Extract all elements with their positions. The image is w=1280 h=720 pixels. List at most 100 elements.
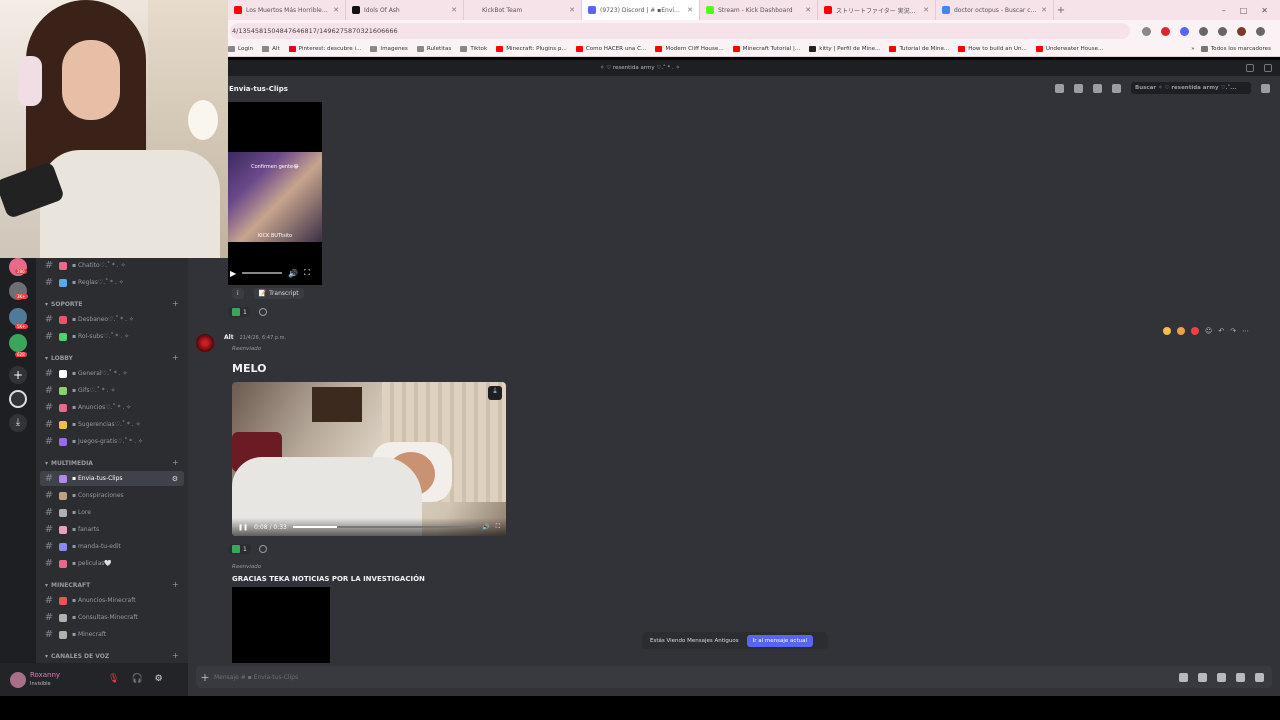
channel-item[interactable]: # ▪ Envia-tus-Clips ⚙ xyxy=(40,471,184,486)
channel-item[interactable]: # ▪ Conspiraciones xyxy=(40,488,184,503)
minimize-button[interactable]: – xyxy=(1222,6,1226,15)
video-progress-bar[interactable] xyxy=(292,526,477,528)
bookmark-star-icon[interactable] xyxy=(1142,26,1151,36)
extension-icon[interactable] xyxy=(1180,26,1189,36)
add-reaction-icon[interactable] xyxy=(258,308,267,316)
close-tab-icon[interactable]: ✕ xyxy=(333,6,339,14)
search-input[interactable]: Buscar ✧ ♡ resentida army ♡.˚... xyxy=(1131,82,1251,94)
bookmark-item[interactable]: Underwater House... xyxy=(1035,46,1103,52)
bookmark-item[interactable]: Modern Cliff House... xyxy=(655,46,724,52)
volume-slider[interactable] xyxy=(242,272,283,274)
close-tab-icon[interactable]: ✕ xyxy=(1041,6,1047,14)
video-player[interactable]: ⤓ ❚❚ 0:08 / 0:33 🔊 ⛶ xyxy=(232,382,506,536)
emoji-icon[interactable] xyxy=(1236,672,1245,682)
bookmark-item[interactable]: Imagenes xyxy=(370,46,408,52)
channel-item[interactable]: # ▪ peliculas🤍 xyxy=(40,556,184,571)
browser-tab[interactable]: (9723) Discord | # ▪Enví... ✕ xyxy=(582,0,700,20)
add-reaction-icon[interactable] xyxy=(258,545,267,553)
server-icon[interactable] xyxy=(9,334,27,352)
close-tab-icon[interactable]: ✕ xyxy=(451,6,457,14)
maximize-button[interactable]: □ xyxy=(1240,6,1248,15)
gif-icon[interactable] xyxy=(1198,672,1207,682)
category-header[interactable]: ▾ CANALES DE VOZ xyxy=(45,653,109,660)
download-icon[interactable]: ⤓ xyxy=(488,386,502,400)
close-tab-icon[interactable]: ✕ xyxy=(923,6,929,14)
close-tab-icon[interactable]: ✕ xyxy=(687,6,693,14)
reaction-check[interactable]: 1 xyxy=(228,307,251,317)
bookmark-item[interactable]: Tiktok xyxy=(460,46,487,52)
channel-item[interactable]: # ▪ Anuncios♡.˚ * . ✧ xyxy=(40,400,184,415)
add-server-icon[interactable]: + xyxy=(9,366,27,384)
puzzle-icon[interactable] xyxy=(1199,26,1208,36)
username[interactable]: Roxanny xyxy=(30,671,60,679)
bookmark-item[interactable]: How to build an Un... xyxy=(958,46,1027,52)
add-reaction-icon[interactable]: ☺ xyxy=(1205,327,1212,335)
mute-microphone-icon[interactable]: 🎙 xyxy=(108,674,119,684)
pause-icon[interactable]: ❚❚ xyxy=(238,524,248,531)
category-header[interactable]: ▾ MULTIMEDIA xyxy=(45,460,93,467)
channel-item[interactable]: # ▪ General♡.˚ * . ✧ xyxy=(40,366,184,381)
browser-tab[interactable]: Idols Of Ash ✕ xyxy=(346,0,464,20)
channel-item[interactable]: # ▪ manda-tu-edit xyxy=(40,539,184,554)
channel-item[interactable]: # ▪ Sugerencias♡.˚ * . ✧ xyxy=(40,417,184,432)
gift-icon[interactable] xyxy=(1179,672,1188,682)
channel-item[interactable]: # ▪ Anuncios-Minecraft xyxy=(40,593,184,608)
channel-item[interactable]: # ▪ Gifs♡.˚ * . ✧ xyxy=(40,383,184,398)
avatar[interactable] xyxy=(196,334,214,352)
info-button[interactable]: ⅰ xyxy=(232,288,244,299)
laugh-emoji-icon[interactable] xyxy=(1177,327,1185,335)
all-bookmarks-folder[interactable]: Todos los marcadores xyxy=(1200,46,1271,52)
channel-item[interactable]: # ▪ Desbaneo♡.˚ * . ✧ xyxy=(40,312,184,327)
category-header[interactable]: ▾ LOBBY xyxy=(45,355,73,362)
browser-tab[interactable]: ストリートファイター 実況動画 "LV... ✕ xyxy=(818,0,936,20)
profile-avatar-icon[interactable] xyxy=(1237,26,1246,36)
bookmark-item[interactable]: Alt xyxy=(262,46,280,52)
add-channel-button[interactable]: + xyxy=(172,651,179,660)
channel-item[interactable]: # ▪ Reglas♡.˚ * . ✧ xyxy=(40,275,184,290)
volume-icon[interactable]: 🔊 xyxy=(482,524,489,531)
bookmark-item[interactable]: Tutorial de Mine... xyxy=(889,46,949,52)
jump-to-present-button[interactable]: Ir al mensaje actual xyxy=(746,634,813,647)
category-header[interactable]: ▾ SOPORTE xyxy=(45,301,82,308)
explore-servers-icon[interactable] xyxy=(9,390,27,408)
message-composer[interactable]: + Mensaje # ▪ Envia-tus-Clips xyxy=(196,666,1272,688)
channel-item[interactable]: # ▪ Juegos-gratis♡.˚ * . ✧ xyxy=(40,434,184,449)
play-icon[interactable]: ▶ xyxy=(230,269,236,278)
add-channel-button[interactable]: + xyxy=(172,458,179,467)
forward-icon[interactable]: ↷ xyxy=(1230,327,1236,335)
notification-bell-icon[interactable] xyxy=(1074,83,1083,93)
bookmark-item[interactable]: Pinterest: descubre i... xyxy=(288,46,361,52)
bookmark-item[interactable]: Login xyxy=(228,46,253,52)
channel-settings-icon[interactable]: ⚙ xyxy=(172,475,178,483)
inbox-icon[interactable] xyxy=(1246,64,1254,72)
opera-icon[interactable] xyxy=(1161,26,1170,36)
fullscreen-icon[interactable]: ⛶ xyxy=(496,523,500,531)
channel-item[interactable]: # ▪ fanarts xyxy=(40,522,184,537)
add-channel-button[interactable]: + xyxy=(172,353,179,362)
avatar[interactable] xyxy=(10,672,26,688)
channel-item[interactable]: # ▪ Rol-subs♡.˚ * . ✧ xyxy=(40,329,184,344)
menu-kebab-icon[interactable] xyxy=(1256,26,1265,36)
close-tab-icon[interactable]: ✕ xyxy=(805,6,811,14)
video-embed[interactable]: Confirmen gente😂 KICK BUTtsito ▶ 🔊 ⛶ xyxy=(228,102,322,285)
download-icon[interactable] xyxy=(1218,26,1227,36)
settings-gear-icon[interactable]: ⚙ xyxy=(155,674,163,684)
sticker-icon[interactable] xyxy=(1217,672,1226,682)
add-channel-button[interactable]: + xyxy=(172,580,179,589)
apps-icon[interactable] xyxy=(1255,672,1264,682)
channel-item[interactable]: # ▪ Minecraft xyxy=(40,627,184,642)
help-icon[interactable] xyxy=(1264,64,1272,72)
channel-item[interactable]: # ▪ Chatito♡.˚ * . ✧ xyxy=(40,258,184,273)
new-tab-button[interactable]: + xyxy=(1054,5,1068,16)
transcript-button[interactable]: 📝 Transcript xyxy=(253,288,304,299)
channel-item[interactable]: # ▪ Lore xyxy=(40,505,184,520)
threads-icon[interactable] xyxy=(1055,83,1064,93)
reply-icon[interactable]: ↶ xyxy=(1218,327,1224,335)
thumbs-up-emoji-icon[interactable] xyxy=(1163,327,1171,335)
message-author[interactable]: Alt xyxy=(224,334,234,341)
reaction-check[interactable]: 1 xyxy=(228,544,251,554)
more-options-icon[interactable]: ⋯ xyxy=(1242,327,1249,335)
channel-item[interactable]: # ▪ Consultas-Minecraft xyxy=(40,610,184,625)
close-window-button[interactable]: ✕ xyxy=(1261,6,1268,15)
bookmark-item[interactable]: kitty | Perfil de Mine... xyxy=(809,46,880,52)
